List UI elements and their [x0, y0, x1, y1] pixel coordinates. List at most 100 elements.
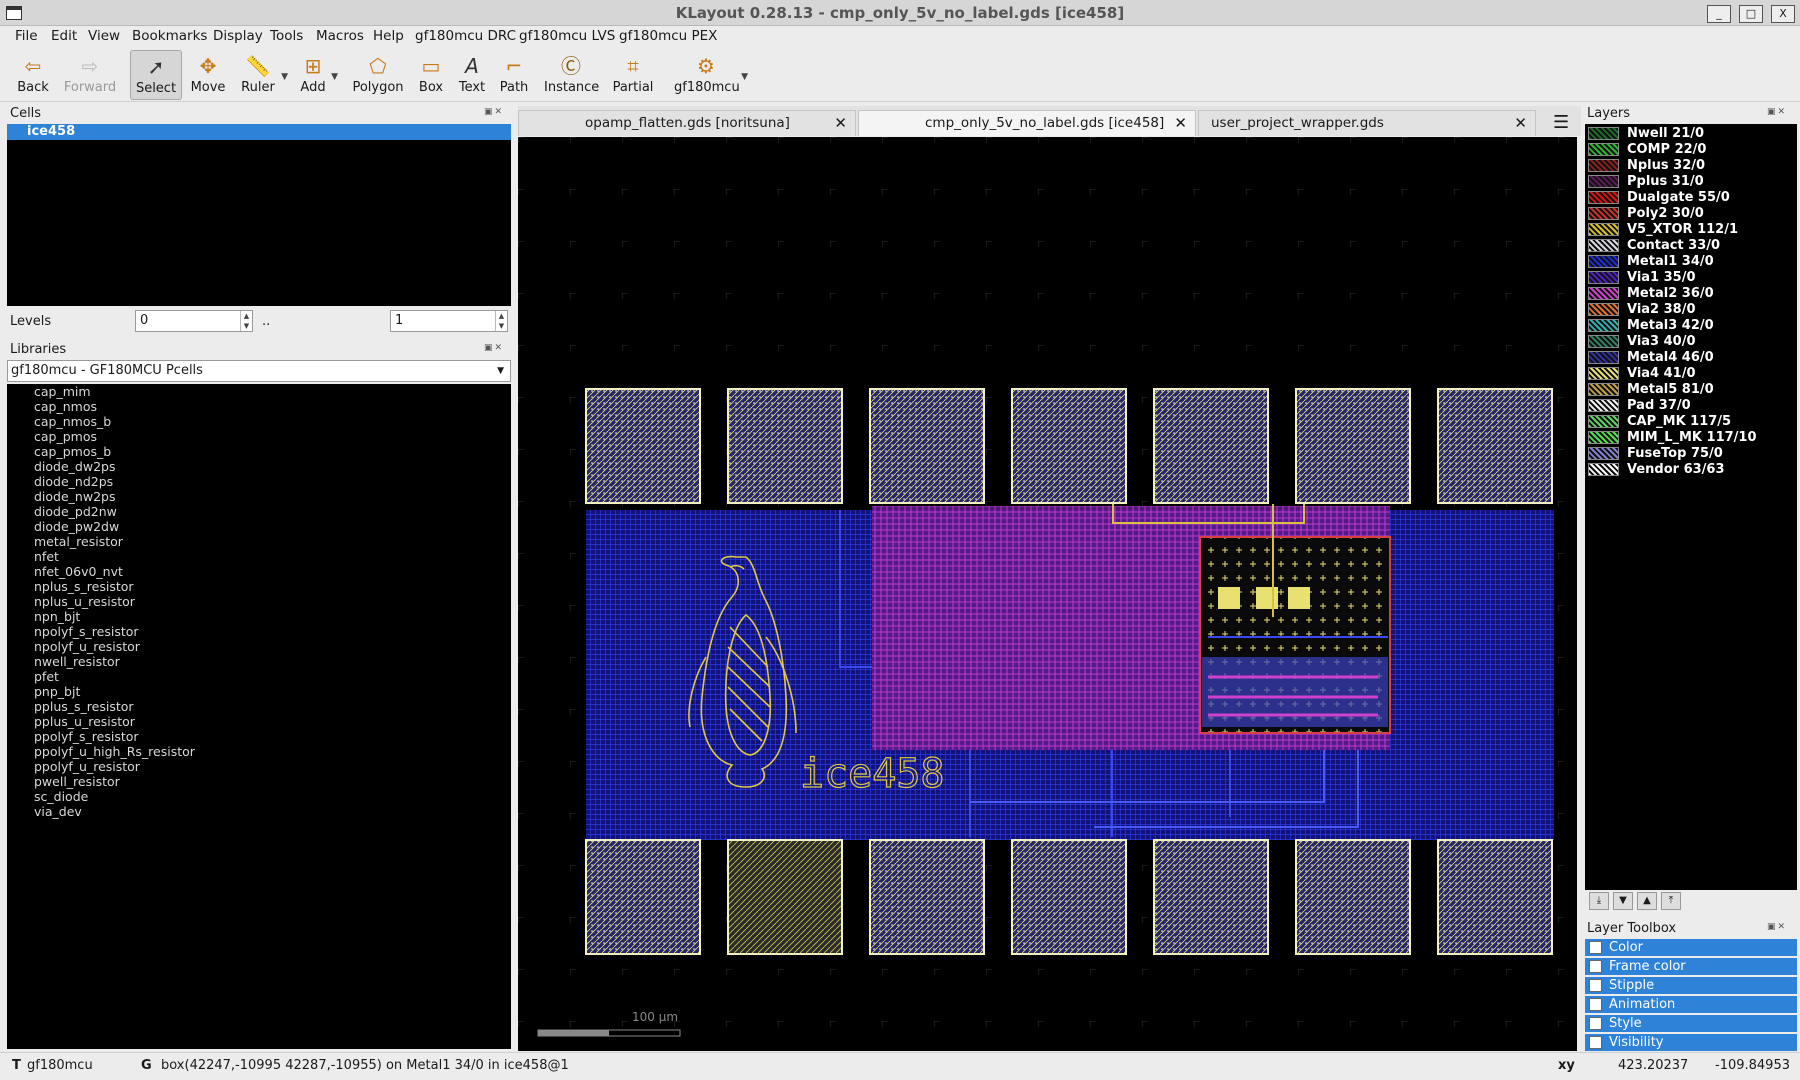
- toolbox-dock-buttons[interactable]: ▣✕: [1767, 922, 1787, 932]
- layer-row[interactable]: Dualgate 55/0: [1585, 190, 1797, 206]
- library-cell-list[interactable]: cap_mim cap_nmos cap_nmos_b cap_pmos cap_pmo…: [7, 384, 511, 1049]
- close-tab-icon[interactable]: ✕: [1174, 111, 1187, 135]
- layer-row[interactable]: CAP_MK 117/5: [1585, 414, 1797, 430]
- levels-from-input[interactable]: 0 ▲ ▼: [135, 310, 253, 332]
- toolbox-item[interactable]: Frame color: [1585, 958, 1797, 975]
- layer-row[interactable]: COMP 22/0: [1585, 142, 1797, 158]
- move-button[interactable]: ✥ Move: [190, 50, 226, 100]
- layer-row[interactable]: Metal2 36/0: [1585, 286, 1797, 302]
- library-cell-item[interactable]: nfet: [7, 549, 511, 564]
- tab-user-project-wrapper[interactable]: user_project_wrapper.gds [user_project_w…: [1198, 110, 1536, 155]
- library-cell-item[interactable]: sc_diode: [7, 789, 511, 804]
- library-cell-item[interactable]: diode_nw2ps: [7, 489, 511, 504]
- cells-tree[interactable]: ice458: [7, 124, 511, 306]
- library-cell-item[interactable]: diode_pd2nw: [7, 504, 511, 519]
- close-tab-icon[interactable]: ✕: [1514, 111, 1527, 135]
- close-window-button[interactable]: X: [1771, 5, 1795, 23]
- layer-row[interactable]: Vendor 63/63: [1585, 462, 1797, 478]
- library-cell-item[interactable]: cap_pmos_b: [7, 444, 511, 459]
- layer-list[interactable]: Nwell 21/0 COMP 22/0 Nplus 32/0 Pplus 31/0 D…: [1585, 124, 1797, 890]
- layer-row[interactable]: FuseTop 75/0: [1585, 446, 1797, 462]
- layer-row[interactable]: Metal4 46/0: [1585, 350, 1797, 366]
- library-cell-item[interactable]: cap_mim: [7, 384, 511, 399]
- tab-cmp-only[interactable]: cmp_only_5v_no_label.gds [ice458] ✕: [858, 110, 1196, 136]
- menu-bookmarks[interactable]: Bookmarks: [132, 28, 207, 44]
- add-button[interactable]: ⊞ Add ▼: [298, 50, 338, 100]
- layer-row[interactable]: Poly2 30/0: [1585, 206, 1797, 222]
- menu-pex[interactable]: gf180mcu PEX: [619, 28, 717, 44]
- pdk-dropdown-icon[interactable]: ▼: [741, 72, 748, 82]
- library-select[interactable]: gf180mcu - GF180MCU Pcells ▼: [7, 360, 511, 382]
- library-cell-item[interactable]: via_dev: [7, 804, 511, 819]
- library-cell-item[interactable]: pwell_resistor: [7, 774, 511, 789]
- levels-to-input[interactable]: 1 ▲ ▼: [390, 310, 508, 332]
- library-cell-item[interactable]: cap_pmos: [7, 429, 511, 444]
- ruler-dropdown-icon[interactable]: ▼: [281, 72, 288, 82]
- layer-row[interactable]: MIM_L_MK 117/10: [1585, 430, 1797, 446]
- library-cell-item[interactable]: pfet: [7, 669, 511, 684]
- library-cell-item[interactable]: nplus_u_resistor: [7, 594, 511, 609]
- library-cell-item[interactable]: ppolyf_s_resistor: [7, 729, 511, 744]
- toolbox-item[interactable]: Stipple: [1585, 977, 1797, 994]
- expand-checkbox[interactable]: [1589, 998, 1602, 1011]
- library-cell-item[interactable]: npolyf_s_resistor: [7, 624, 511, 639]
- expand-checkbox[interactable]: [1589, 1017, 1602, 1030]
- layers-dock-buttons[interactable]: ▣✕: [1767, 107, 1787, 117]
- layer-row[interactable]: Nwell 21/0: [1585, 126, 1797, 142]
- move-to-top-icon[interactable]: ⤒: [1661, 892, 1681, 910]
- levels-to-stepper[interactable]: ▲ ▼: [495, 311, 507, 331]
- layer-row[interactable]: Metal3 42/0: [1585, 318, 1797, 334]
- pdk-button[interactable]: ⚙ gf180mcu ▼: [674, 50, 748, 100]
- move-to-bottom-icon[interactable]: ⤓: [1589, 892, 1609, 910]
- text-button[interactable]: A Text: [456, 50, 488, 100]
- menu-macros[interactable]: Macros: [316, 28, 364, 44]
- menu-help[interactable]: Help: [373, 28, 404, 44]
- menu-display[interactable]: Display: [213, 28, 263, 44]
- box-button[interactable]: ▭ Box: [415, 50, 447, 100]
- library-cell-item[interactable]: diode_dw2ps: [7, 459, 511, 474]
- levels-from-stepper[interactable]: ▲ ▼: [240, 311, 252, 331]
- layer-row[interactable]: Via1 35/0: [1585, 270, 1797, 286]
- polygon-button[interactable]: ⬠ Polygon: [352, 50, 404, 100]
- library-cell-item[interactable]: ppolyf_u_resistor: [7, 759, 511, 774]
- toolbox-item[interactable]: Style: [1585, 1015, 1797, 1032]
- layer-row[interactable]: Metal5 81/0: [1585, 382, 1797, 398]
- library-cell-item[interactable]: nfet_06v0_nvt: [7, 564, 511, 579]
- library-cell-item[interactable]: nwell_resistor: [7, 654, 511, 669]
- layer-row[interactable]: Metal1 34/0: [1585, 254, 1797, 270]
- ruler-button[interactable]: 📏 Ruler ▼: [238, 50, 288, 100]
- tab-opamp-flatten[interactable]: opamp_flatten.gds [noritsuna] ✕: [518, 110, 856, 136]
- layer-row[interactable]: Via3 40/0: [1585, 334, 1797, 350]
- menu-tools[interactable]: Tools: [270, 28, 303, 44]
- minimize-button[interactable]: _: [1707, 5, 1731, 23]
- move-up-icon[interactable]: ▲: [1637, 892, 1657, 910]
- cells-dock-buttons[interactable]: ▣✕: [484, 107, 504, 117]
- library-cell-item[interactable]: ppolyf_u_high_Rs_resistor: [7, 744, 511, 759]
- layer-row[interactable]: Pad 37/0: [1585, 398, 1797, 414]
- close-tab-icon[interactable]: ✕: [834, 111, 847, 135]
- layer-row[interactable]: Via2 38/0: [1585, 302, 1797, 318]
- library-cell-item[interactable]: nplus_s_resistor: [7, 579, 511, 594]
- path-button[interactable]: ⌐ Path: [498, 50, 530, 100]
- layer-row[interactable]: V5_XTOR 112/1: [1585, 222, 1797, 238]
- cell-item-selected[interactable]: ice458: [7, 124, 511, 140]
- library-cell-item[interactable]: cap_nmos_b: [7, 414, 511, 429]
- library-cell-item[interactable]: pplus_u_resistor: [7, 714, 511, 729]
- expand-checkbox[interactable]: [1589, 960, 1602, 973]
- menu-drc[interactable]: gf180mcu DRC: [415, 28, 516, 44]
- maximize-button[interactable]: □: [1739, 5, 1763, 23]
- expand-checkbox[interactable]: [1589, 941, 1602, 954]
- menu-file[interactable]: File: [15, 28, 38, 44]
- library-cell-item[interactable]: pplus_s_resistor: [7, 699, 511, 714]
- forward-button[interactable]: ⇨ Forward: [62, 50, 118, 100]
- instance-button[interactable]: Ⓒ Instance: [544, 50, 599, 100]
- toolbox-item[interactable]: Visibility: [1585, 1034, 1797, 1051]
- layer-row[interactable]: Pplus 31/0: [1585, 174, 1797, 190]
- expand-checkbox[interactable]: [1589, 1036, 1602, 1049]
- layer-row[interactable]: Via4 41/0: [1585, 366, 1797, 382]
- tab-list-menu-icon[interactable]: ☰: [1553, 112, 1569, 133]
- library-cell-item[interactable]: metal_resistor: [7, 534, 511, 549]
- library-cell-item[interactable]: npn_bjt: [7, 609, 511, 624]
- menu-lvs[interactable]: gf180mcu LVS: [519, 28, 615, 44]
- toolbox-item[interactable]: Color: [1585, 939, 1797, 956]
